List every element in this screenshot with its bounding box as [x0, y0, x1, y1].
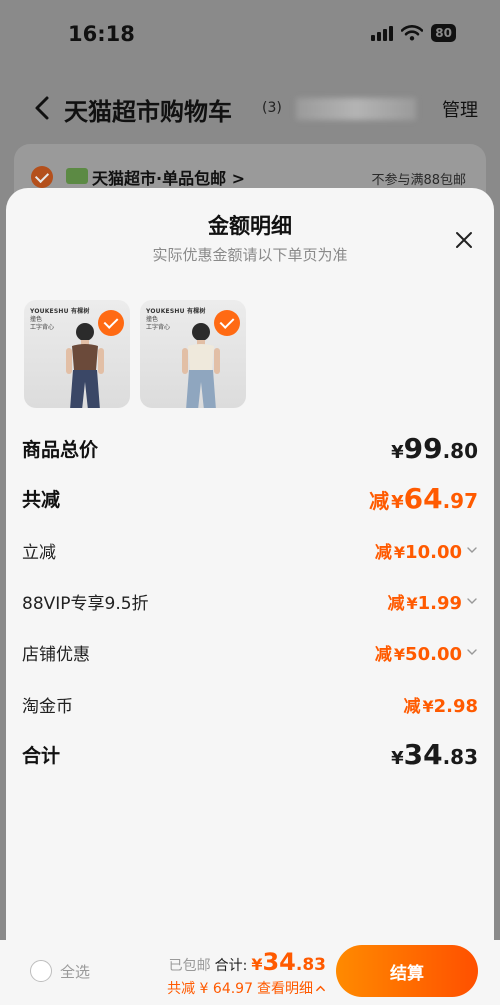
store-note: 不参与满88包邮: [371, 173, 466, 188]
amount-row-label: 淘金币: [22, 696, 73, 717]
product-thumbnails: YOUKESHU 有棵树 撞色 工字背心 YOUKESHU 有棵树 撞色 工字背心: [24, 300, 246, 408]
amount-row-label: 88VIP专享9.5折: [22, 593, 149, 614]
amount-row[interactable]: 店铺优惠 减 ¥50.00: [22, 632, 478, 672]
store-name[interactable]: 天猫超市·单品包邮 >: [92, 165, 245, 189]
amount-value: 减 ¥1.99: [387, 589, 478, 614]
amount-row[interactable]: 立减 减 ¥10.00: [22, 530, 478, 570]
product-thumbnail[interactable]: YOUKESHU 有棵树 撞色 工字背心: [24, 300, 130, 408]
product-check-icon[interactable]: [98, 310, 124, 336]
view-detail-label: 查看明细: [257, 981, 313, 997]
amount-row: 淘金币 减 ¥2.98: [22, 684, 478, 724]
sheet-title: 金额明细: [208, 214, 292, 238]
amount-value: 减 ¥64.97: [369, 481, 478, 515]
total-label: 合计:: [214, 958, 248, 974]
status-icons: 80: [371, 24, 456, 42]
store-logo-icon: [66, 168, 88, 184]
total-discount-text: 共减 ¥ 64.97: [167, 981, 253, 997]
product-check-icon[interactable]: [214, 310, 240, 336]
sheet-subtitle: 实际优惠金额请以下单页为准: [152, 246, 348, 264]
status-time: 16:18: [68, 22, 135, 46]
manage-button[interactable]: 管理: [442, 96, 478, 122]
price-summary: 已包邮 合计: ¥ 34 .83 共减 ¥ 64.97 查看明细: [167, 948, 326, 998]
amount-row-label: 店铺优惠: [22, 644, 90, 665]
amount-row: 商品总价 ¥99.80: [22, 428, 478, 468]
amount-value: ¥34.83: [391, 737, 478, 771]
chevron-down-icon[interactable]: [466, 646, 478, 658]
amount-value: 减 ¥2.98: [403, 695, 478, 717]
total-amount: ¥ 34 .83: [251, 948, 326, 976]
status-bar: 16:18 80: [0, 0, 500, 70]
amount-row-label: 共减: [22, 488, 61, 511]
amount-row-label: 合计: [22, 744, 61, 767]
amount-row: 共减 减 ¥64.97: [22, 478, 478, 518]
bottom-bar: 全选 已包邮 合计: ¥ 34 .83 共减 ¥ 64.97 查看明细 结算: [0, 940, 500, 1005]
chevron-up-icon: [316, 985, 325, 991]
cart-count: (3): [262, 100, 282, 116]
thumb-brand: YOUKESHU 有棵树: [30, 308, 90, 315]
amount-row-label: 商品总价: [22, 438, 99, 461]
select-all-label: 全选: [60, 962, 91, 981]
blurred-address: [296, 98, 416, 120]
chevron-down-icon[interactable]: [466, 544, 478, 556]
select-all-toggle[interactable]: 全选: [30, 960, 90, 982]
page-title: 天猫超市购物车: [64, 98, 232, 126]
select-all-radio[interactable]: [30, 960, 52, 982]
thumb-brand: YOUKESHU 有棵树: [146, 308, 206, 315]
amount-row: 合计 ¥34.83: [22, 734, 478, 774]
checkout-button[interactable]: 结算: [336, 945, 478, 997]
wifi-icon: [401, 25, 424, 41]
back-icon[interactable]: [32, 94, 52, 122]
chevron-down-icon[interactable]: [466, 595, 478, 607]
product-thumbnail[interactable]: YOUKESHU 有棵树 撞色 工字背心: [140, 300, 246, 408]
amount-row-label: 立减: [22, 542, 56, 563]
amount-row[interactable]: 88VIP专享9.5折 减 ¥1.99: [22, 581, 478, 621]
amount-value: ¥99.80: [391, 431, 478, 465]
free-shipping-label: 已包邮: [168, 958, 211, 974]
battery-icon: 80: [431, 24, 456, 42]
close-icon[interactable]: [452, 228, 476, 252]
amount-detail-sheet: 金额明细 实际优惠金额请以下单页为准 YOUKESHU 有棵树 撞色 工字背心 YOU…: [6, 188, 494, 1005]
signal-icon: [371, 25, 394, 41]
view-detail-link[interactable]: 查看明细: [257, 978, 326, 998]
amount-value: 减 ¥50.00: [375, 640, 478, 665]
amount-value: 减 ¥10.00: [375, 538, 478, 563]
cart-header: 天猫超市购物车 (3) 管理: [0, 84, 500, 134]
store-checkbox[interactable]: [31, 166, 53, 188]
